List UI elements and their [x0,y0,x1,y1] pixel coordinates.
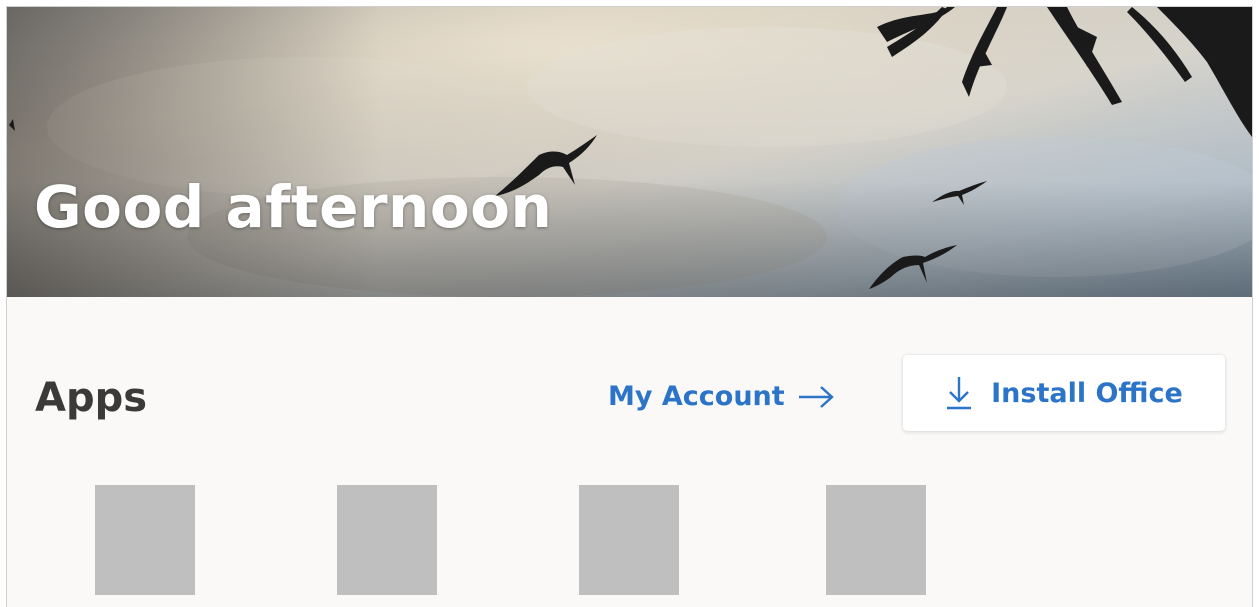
hero-banner: Good afternoon [7,7,1252,297]
my-account-label: My Account [608,381,785,412]
my-account-link[interactable]: My Account [608,381,835,412]
office-home-panel: Good afternoon Apps My Account Install O… [6,6,1253,607]
app-tile-1[interactable] [95,485,195,595]
apps-heading: Apps [35,375,148,421]
app-tile-4[interactable] [826,485,926,595]
hero-background-image [7,7,1252,297]
arrow-right-icon [798,385,834,408]
app-tile-3[interactable] [579,485,679,595]
download-icon [947,377,972,410]
install-office-label: Install Office [991,377,1183,409]
greeting-title: Good afternoon [34,173,553,241]
app-tile-2[interactable] [337,485,437,595]
install-office-button[interactable]: Install Office [903,355,1225,431]
